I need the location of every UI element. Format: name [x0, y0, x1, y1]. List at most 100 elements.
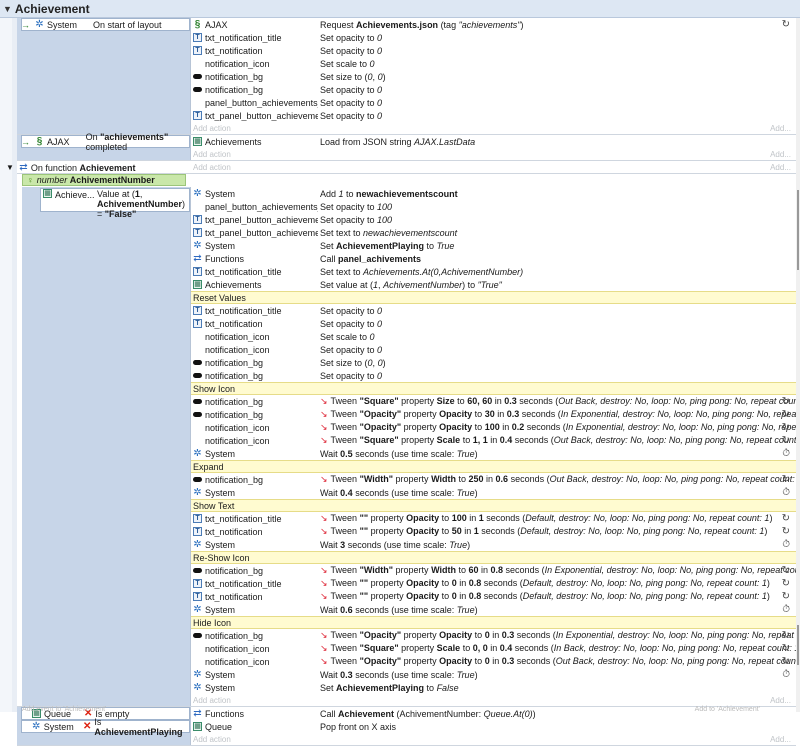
add-action-link[interactable]: Add action Add...: [190, 161, 796, 173]
action-row[interactable]: ✲ System Wait 0.3 seconds (use time scale:…: [190, 668, 796, 681]
action-row[interactable]: notification_bg ↘ Tween "Opacity" property…: [190, 408, 796, 421]
collapse-arrow-icon[interactable]: ▼: [6, 163, 14, 172]
action-row[interactable]: ✲ System Wait 0.5 seconds (use time scale:…: [190, 447, 796, 460]
comment-group-label[interactable]: Expand: [190, 460, 796, 473]
action-description: Add 1 to newachievementscount: [320, 188, 458, 199]
action-row[interactable]: notification_bg Set opacity to 0: [190, 369, 796, 382]
condition-row[interactable]: ▦ Achieve... Value at (1, AchivementNumber…: [40, 189, 190, 219]
add-action-link[interactable]: Add action Add...: [190, 122, 796, 134]
tween-icon: ↘: [320, 513, 328, 523]
action-row[interactable]: notification_icon Set scale to 0: [190, 57, 796, 70]
action-row[interactable]: notification_bg ↘ Tween "Square" property …: [190, 395, 796, 408]
add-action-link[interactable]: Add action Add...: [190, 148, 796, 160]
function-parameter[interactable]: ♀ number AchivementNumber: [22, 174, 186, 186]
add-action-label: Add action: [193, 734, 231, 744]
action-row[interactable]: notification_icon ↘ Tween "Opacity" proper…: [190, 655, 796, 668]
comment-group-label[interactable]: Show Icon: [190, 382, 796, 395]
action-text: Set opacity to 0: [318, 33, 796, 43]
action-row[interactable]: Ttxt_panel_button_achievements_newc...Se…: [190, 226, 796, 239]
scrollbar-thumb-lower[interactable]: [797, 625, 799, 665]
action-row[interactable]: Ttxt_panel_button_achievements_newc...Se…: [190, 213, 796, 226]
action-row[interactable]: ✲ System Set AchievementPlaying to True: [190, 239, 796, 252]
action-row[interactable]: notification_bg Set opacity to 0: [190, 83, 796, 96]
action-object: ✲ System: [190, 189, 318, 199]
comment-group-label[interactable]: Re-Show Icon: [190, 551, 796, 564]
action-row[interactable]: notification_bg ↘ Tween "Opacity" property…: [190, 629, 796, 642]
text-object-icon: T: [193, 319, 202, 328]
comment-group-label[interactable]: Show Text: [190, 499, 796, 512]
action-text: Set opacity to 100: [318, 215, 796, 225]
action-row[interactable]: ▦ Queue Pop front on X axis: [190, 720, 796, 733]
action-row[interactable]: Ttxt_notification_title ↘ Tween "" propert…: [190, 577, 796, 590]
action-row[interactable]: notification_icon Set opacity to 0: [190, 343, 796, 356]
action-text: Set opacity to 0: [318, 85, 796, 95]
action-row[interactable]: panel_button_achievements_newcount...Set…: [190, 200, 796, 213]
add-action-link[interactable]: Add action Add...: [190, 733, 796, 745]
action-row[interactable]: Ttxt_notification_title ↘ Tween "" propert…: [190, 512, 796, 525]
action-row[interactable]: Ttxt_notification_title Set opacity to 0: [190, 31, 796, 44]
scrollbar-thumb[interactable]: [797, 190, 799, 270]
action-row[interactable]: § AJAX Request Achievements.json (tag "ach…: [190, 18, 796, 31]
action-object: ⇄ Functions: [190, 254, 318, 264]
action-description: Request Achievements.json (tag "achievem…: [320, 19, 524, 30]
action-row[interactable]: Ttxt_notification Set opacity to 0: [190, 317, 796, 330]
action-object-name: txt_notification_title: [205, 266, 282, 277]
action-text: Wait 0.6 seconds (use time scale: True): [318, 605, 796, 615]
comment-group-label[interactable]: Reset Values: [190, 291, 796, 304]
system-gear-icon: ✲: [193, 539, 202, 550]
system-gear-icon: ✲: [193, 448, 202, 459]
action-row[interactable]: ✲ System Wait 0.6 seconds (use time scale:…: [190, 603, 796, 616]
action-object: notification_icon: [190, 59, 318, 69]
action-row[interactable]: ✲ System Add 1 to newachievementscount: [190, 187, 796, 200]
condition-row[interactable]: → § AJAX On "achievements" completed: [17, 132, 190, 152]
action-text: Request Achievements.json (tag "achievem…: [318, 20, 796, 30]
system-gear-icon: ✲: [193, 669, 202, 680]
add-more-label: Add...: [770, 695, 791, 705]
action-text: ↘ Tween "Width" property Width to 60 in 0…: [318, 565, 796, 576]
text-object-icon: T: [193, 215, 202, 224]
action-object-name: notification_icon: [205, 656, 270, 667]
collapse-arrow-icon[interactable]: ▼: [3, 4, 12, 14]
action-row[interactable]: notification_bg Set size to (0, 0): [190, 356, 796, 369]
action-row[interactable]: Ttxt_notification ↘ Tween "" property Opac…: [190, 590, 796, 603]
vertical-scrollbar[interactable]: [796, 18, 800, 712]
action-row[interactable]: notification_bg ↘ Tween "Width" property W…: [190, 473, 796, 486]
action-object-name: System: [205, 188, 236, 199]
action-object: ✲ System: [190, 670, 318, 680]
sprite-black-icon: [193, 358, 202, 367]
action-row[interactable]: ▦ Achievements Load from JSON string AJAX.…: [190, 135, 796, 148]
action-row[interactable]: Ttxt_notification_title Set text to Achie…: [190, 265, 796, 278]
action-row[interactable]: notification_bg ↘ Tween "Width" property W…: [190, 564, 796, 577]
action-row[interactable]: ▦ Achievements Set value at (1, Achivement…: [190, 278, 796, 291]
condition-object: AJAX: [47, 136, 70, 147]
sprite-blank-icon: [193, 345, 202, 354]
action-row[interactable]: Ttxt_notification_title Set opacity to 0: [190, 304, 796, 317]
add-action-link[interactable]: Add action Add...: [190, 694, 796, 706]
action-object-name: System: [205, 604, 236, 615]
action-row[interactable]: notification_icon ↘ Tween "Square" propert…: [190, 642, 796, 655]
add-more-label: Add...: [770, 162, 791, 172]
event-group-header[interactable]: ▼ Achievement: [0, 0, 800, 18]
action-row[interactable]: notification_icon Set scale to 0: [190, 330, 796, 343]
action-row[interactable]: Ttxt_notification Set opacity to 0: [190, 44, 796, 57]
condition-text: Is AchievementPlaying: [94, 716, 183, 737]
tween-icon: ↘: [320, 578, 328, 588]
async-clock-icon: ↻: [781, 19, 790, 30]
action-row[interactable]: panel_button_achievements_newcount...Set…: [190, 96, 796, 109]
action-object-name: Functions: [205, 708, 245, 719]
action-row[interactable]: ⇄ Functions Call panel_achivements: [190, 252, 796, 265]
action-row[interactable]: Ttxt_notification ↘ Tween "" property Opac…: [190, 525, 796, 538]
action-text: Set text to newachievementscount: [318, 228, 796, 238]
add-action-label: Add action: [193, 123, 231, 133]
action-row[interactable]: ✲ System Wait 0.4 seconds (use time scale:…: [190, 486, 796, 499]
condition-row[interactable]: → ✲ System On start of layout: [17, 18, 190, 31]
action-row[interactable]: notification_icon ↘ Tween "Square" propert…: [190, 434, 796, 447]
action-row[interactable]: ✲ System Set AchievementPlaying to False: [190, 681, 796, 694]
action-row[interactable]: notification_icon ↘ Tween "Opacity" proper…: [190, 421, 796, 434]
action-row[interactable]: ✲ System Wait 3 seconds (use time scale: T…: [190, 538, 796, 551]
action-object: notification_icon: [190, 345, 318, 355]
comment-group-label[interactable]: Hide Icon: [190, 616, 796, 629]
action-row[interactable]: notification_bg Set size to (0, 0): [190, 70, 796, 83]
action-row[interactable]: Ttxt_panel_button_achievements_newc...Se…: [190, 109, 796, 122]
condition-row[interactable]: ✲ System ✕ Is AchievementPlaying: [17, 717, 190, 737]
